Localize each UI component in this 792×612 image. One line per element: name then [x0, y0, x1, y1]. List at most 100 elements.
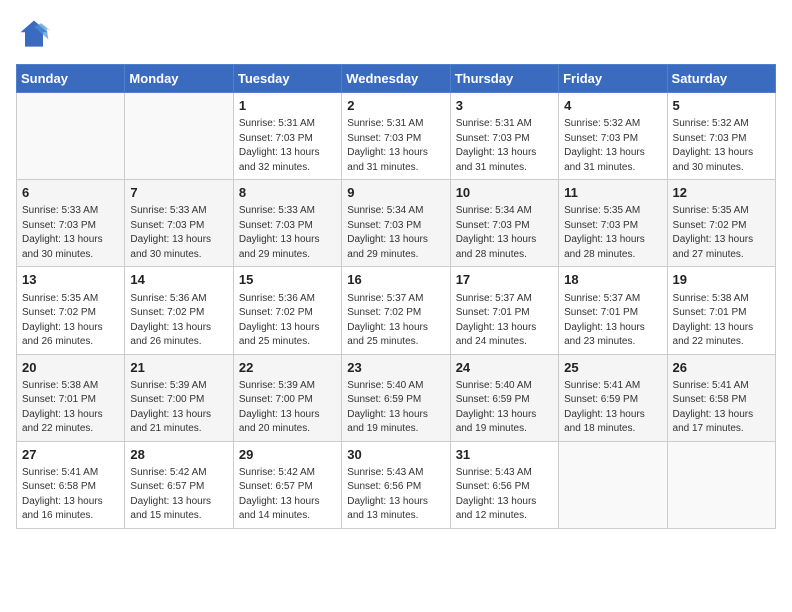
calendar-cell: 30 Sunrise: 5:43 AM Sunset: 6:56 PM Dayli… [342, 441, 450, 528]
day-number: 19 [673, 271, 770, 289]
day-number: 28 [130, 446, 227, 464]
day-number: 25 [564, 359, 661, 377]
calendar-cell: 29 Sunrise: 5:42 AM Sunset: 6:57 PM Dayli… [233, 441, 341, 528]
calendar-cell: 23 Sunrise: 5:40 AM Sunset: 6:59 PM Dayli… [342, 354, 450, 441]
calendar-cell: 2 Sunrise: 5:31 AM Sunset: 7:03 PM Daylig… [342, 93, 450, 180]
day-header-tuesday: Tuesday [233, 65, 341, 93]
day-number: 9 [347, 184, 444, 202]
day-details: Sunrise: 5:40 AM Sunset: 6:59 PM Dayligh… [456, 379, 553, 437]
calendar-cell: 21Sunrise: 5:39 AM Sunset: 7:00 PM Dayli… [125, 354, 233, 441]
day-details: Sunrise: 5:40 AM Sunset: 6:59 PM Dayligh… [347, 379, 444, 437]
calendar-cell: 13 Sunrise: 5:35 AM Sunset: 7:02 PM Dayli… [17, 267, 125, 354]
day-number: 18 [564, 271, 661, 289]
day-details: Sunrise: 5:35 AM Sunset: 7:02 PM Dayligh… [673, 204, 770, 262]
calendar-week-row: 13 Sunrise: 5:35 AM Sunset: 7:02 PM Dayli… [17, 267, 776, 354]
day-number: 3 [456, 97, 553, 115]
day-details: Sunrise: 5:43 AM Sunset: 6:56 PM Dayligh… [347, 466, 444, 524]
calendar-cell: 7 Sunrise: 5:33 AM Sunset: 7:03 PM Daylig… [125, 180, 233, 267]
day-number: 13 [22, 271, 119, 289]
day-number: 20 [22, 359, 119, 377]
calendar-cell [667, 441, 775, 528]
calendar-cell [17, 93, 125, 180]
day-number: 31 [456, 446, 553, 464]
calendar-cell: 17 Sunrise: 5:37 AM Sunset: 7:01 PM Dayli… [450, 267, 558, 354]
calendar-cell: 10 Sunrise: 5:34 AM Sunset: 7:03 PM Dayli… [450, 180, 558, 267]
day-number: 5 [673, 97, 770, 115]
day-details: Sunrise: 5:37 AM Sunset: 7:01 PM Dayligh… [456, 292, 553, 350]
day-number: 14 [130, 271, 227, 289]
day-number: 16 [347, 271, 444, 289]
day-details: Sunrise: 5:33 AM Sunset: 7:03 PM Dayligh… [239, 204, 336, 262]
calendar-cell: 4 Sunrise: 5:32 AM Sunset: 7:03 PM Daylig… [559, 93, 667, 180]
day-number: 1 [239, 97, 336, 115]
calendar-cell: 11Sunrise: 5:35 AM Sunset: 7:03 PM Dayli… [559, 180, 667, 267]
day-details: Sunrise: 5:37 AM Sunset: 7:02 PM Dayligh… [347, 292, 444, 350]
calendar-cell: 27Sunrise: 5:41 AM Sunset: 6:58 PM Dayli… [17, 441, 125, 528]
day-details: Sunrise: 5:35 AM Sunset: 7:03 PM Dayligh… [564, 204, 661, 262]
calendar-cell: 26 Sunrise: 5:41 AM Sunset: 6:58 PM Dayli… [667, 354, 775, 441]
day-number: 22 [239, 359, 336, 377]
calendar-cell: 5Sunrise: 5:32 AM Sunset: 7:03 PM Daylig… [667, 93, 775, 180]
day-number: 23 [347, 359, 444, 377]
day-header-saturday: Saturday [667, 65, 775, 93]
calendar-cell: 22Sunrise: 5:39 AM Sunset: 7:00 PM Dayli… [233, 354, 341, 441]
calendar-week-row: 27Sunrise: 5:41 AM Sunset: 6:58 PM Dayli… [17, 441, 776, 528]
calendar-cell: 1 Sunrise: 5:31 AM Sunset: 7:03 PM Daylig… [233, 93, 341, 180]
calendar-cell: 20 Sunrise: 5:38 AM Sunset: 7:01 PM Dayli… [17, 354, 125, 441]
page-header [16, 16, 776, 52]
day-details: Sunrise: 5:33 AM Sunset: 7:03 PM Dayligh… [130, 204, 227, 262]
day-header-thursday: Thursday [450, 65, 558, 93]
calendar-cell: 8 Sunrise: 5:33 AM Sunset: 7:03 PM Daylig… [233, 180, 341, 267]
day-details: Sunrise: 5:31 AM Sunset: 7:03 PM Dayligh… [239, 117, 336, 175]
day-header-wednesday: Wednesday [342, 65, 450, 93]
calendar-week-row: 6 Sunrise: 5:33 AM Sunset: 7:03 PM Daylig… [17, 180, 776, 267]
day-number: 2 [347, 97, 444, 115]
calendar-cell: 9 Sunrise: 5:34 AM Sunset: 7:03 PM Daylig… [342, 180, 450, 267]
day-header-friday: Friday [559, 65, 667, 93]
day-details: Sunrise: 5:34 AM Sunset: 7:03 PM Dayligh… [347, 204, 444, 262]
day-number: 6 [22, 184, 119, 202]
day-details: Sunrise: 5:36 AM Sunset: 7:02 PM Dayligh… [239, 292, 336, 350]
day-details: Sunrise: 5:31 AM Sunset: 7:03 PM Dayligh… [347, 117, 444, 175]
logo [16, 16, 58, 52]
day-number: 8 [239, 184, 336, 202]
day-number: 17 [456, 271, 553, 289]
calendar-cell: 28Sunrise: 5:42 AM Sunset: 6:57 PM Dayli… [125, 441, 233, 528]
day-number: 12 [673, 184, 770, 202]
day-details: Sunrise: 5:41 AM Sunset: 6:58 PM Dayligh… [673, 379, 770, 437]
day-details: Sunrise: 5:34 AM Sunset: 7:03 PM Dayligh… [456, 204, 553, 262]
calendar-header-row: SundayMondayTuesdayWednesdayThursdayFrid… [17, 65, 776, 93]
day-details: Sunrise: 5:36 AM Sunset: 7:02 PM Dayligh… [130, 292, 227, 350]
day-number: 7 [130, 184, 227, 202]
day-number: 4 [564, 97, 661, 115]
day-number: 29 [239, 446, 336, 464]
day-details: Sunrise: 5:31 AM Sunset: 7:03 PM Dayligh… [456, 117, 553, 175]
calendar-cell: 12 Sunrise: 5:35 AM Sunset: 7:02 PM Dayli… [667, 180, 775, 267]
day-header-monday: Monday [125, 65, 233, 93]
day-details: Sunrise: 5:33 AM Sunset: 7:03 PM Dayligh… [22, 204, 119, 262]
calendar: SundayMondayTuesdayWednesdayThursdayFrid… [16, 64, 776, 529]
day-number: 30 [347, 446, 444, 464]
day-details: Sunrise: 5:41 AM Sunset: 6:58 PM Dayligh… [22, 466, 119, 524]
day-header-sunday: Sunday [17, 65, 125, 93]
day-details: Sunrise: 5:37 AM Sunset: 7:01 PM Dayligh… [564, 292, 661, 350]
day-number: 26 [673, 359, 770, 377]
calendar-week-row: 1 Sunrise: 5:31 AM Sunset: 7:03 PM Daylig… [17, 93, 776, 180]
day-details: Sunrise: 5:32 AM Sunset: 7:03 PM Dayligh… [564, 117, 661, 175]
calendar-cell: 15Sunrise: 5:36 AM Sunset: 7:02 PM Dayli… [233, 267, 341, 354]
day-number: 24 [456, 359, 553, 377]
calendar-cell: 3 Sunrise: 5:31 AM Sunset: 7:03 PM Daylig… [450, 93, 558, 180]
calendar-cell: 31 Sunrise: 5:43 AM Sunset: 6:56 PM Dayli… [450, 441, 558, 528]
calendar-cell: 24 Sunrise: 5:40 AM Sunset: 6:59 PM Dayli… [450, 354, 558, 441]
day-number: 10 [456, 184, 553, 202]
logo-icon [16, 16, 52, 52]
day-details: Sunrise: 5:42 AM Sunset: 6:57 PM Dayligh… [239, 466, 336, 524]
day-details: Sunrise: 5:39 AM Sunset: 7:00 PM Dayligh… [130, 379, 227, 437]
calendar-cell: 6 Sunrise: 5:33 AM Sunset: 7:03 PM Daylig… [17, 180, 125, 267]
day-details: Sunrise: 5:38 AM Sunset: 7:01 PM Dayligh… [22, 379, 119, 437]
day-details: Sunrise: 5:35 AM Sunset: 7:02 PM Dayligh… [22, 292, 119, 350]
calendar-cell: 16 Sunrise: 5:37 AM Sunset: 7:02 PM Dayli… [342, 267, 450, 354]
calendar-cell: 19Sunrise: 5:38 AM Sunset: 7:01 PM Dayli… [667, 267, 775, 354]
day-details: Sunrise: 5:43 AM Sunset: 6:56 PM Dayligh… [456, 466, 553, 524]
calendar-cell [559, 441, 667, 528]
